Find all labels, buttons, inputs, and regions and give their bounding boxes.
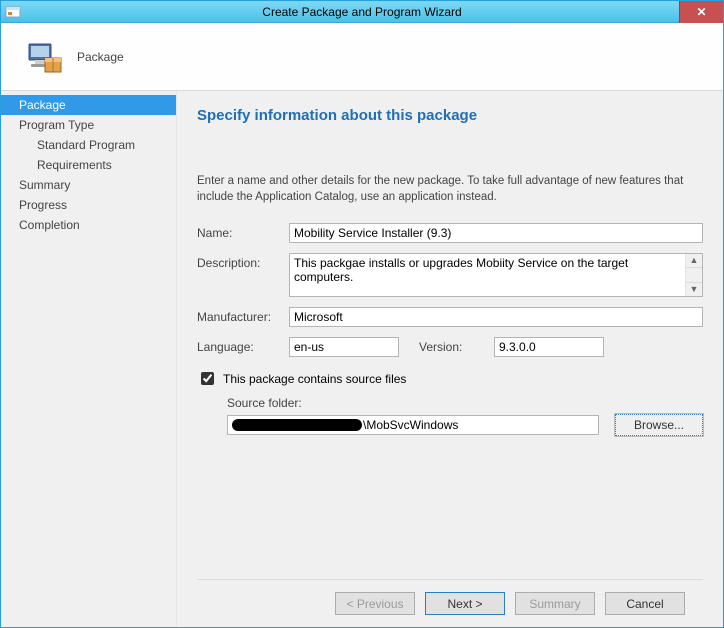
contains-source-checkbox[interactable] [201, 372, 214, 385]
row-manufacturer: Manufacturer: [197, 307, 703, 327]
source-folder-block: Source folder: \MobSvcWindows Browse... [197, 396, 703, 436]
window-title: Create Package and Program Wizard [262, 5, 461, 19]
close-button[interactable]: ✕ [679, 1, 723, 23]
source-path-visible: \MobSvcWindows [363, 418, 458, 432]
nav-item-standard-program[interactable]: Standard Program [1, 135, 176, 155]
nav-item-program-type[interactable]: Program Type [1, 115, 176, 135]
nav-item-package[interactable]: Package [1, 95, 176, 115]
row-language-version: Language: Version: [197, 337, 703, 357]
nav-item-summary[interactable]: Summary [1, 175, 176, 195]
wizard-window: Create Package and Program Wizard ✕ Pack… [0, 0, 724, 628]
label-contains-source: This package contains source files [223, 372, 406, 386]
label-description: Description: [197, 253, 289, 270]
row-description: Description: This packgae installs or up… [197, 253, 703, 297]
name-field[interactable] [289, 223, 703, 243]
nav-item-requirements[interactable]: Requirements [1, 155, 176, 175]
source-folder-field[interactable]: \MobSvcWindows [227, 415, 599, 435]
wizard-body: Package Program Type Standard Program Re… [1, 91, 723, 627]
intro-text: Enter a name and other details for the n… [197, 174, 703, 205]
wizard-button-bar: < Previous Next > Summary Cancel [197, 579, 703, 627]
label-name: Name: [197, 223, 289, 240]
description-scrollbar[interactable]: ▲ ▼ [685, 254, 702, 296]
row-name: Name: [197, 223, 703, 243]
wizard-nav: Package Program Type Standard Program Re… [1, 91, 177, 627]
wizard-main: Specify information about this package E… [177, 91, 723, 627]
title-bar: Create Package and Program Wizard ✕ [1, 1, 723, 23]
nav-item-completion[interactable]: Completion [1, 215, 176, 235]
close-icon: ✕ [696, 5, 706, 19]
label-source-folder: Source folder: [227, 396, 703, 410]
language-field[interactable] [289, 337, 399, 357]
page-title: Specify information about this package [197, 107, 703, 124]
wizard-header-title: Package [77, 50, 124, 64]
label-language: Language: [197, 337, 289, 354]
scroll-up-icon[interactable]: ▲ [686, 254, 702, 268]
scroll-down-icon[interactable]: ▼ [686, 282, 702, 296]
manufacturer-field[interactable] [289, 307, 703, 327]
package-icon [25, 38, 63, 76]
system-menu-icon[interactable] [5, 4, 21, 20]
version-field[interactable] [494, 337, 604, 357]
redacted-path-segment [232, 419, 362, 431]
wizard-header: Package [1, 23, 723, 91]
row-contains-source: This package contains source files [197, 369, 703, 388]
next-button[interactable]: Next > [425, 592, 505, 615]
nav-item-progress[interactable]: Progress [1, 195, 176, 215]
label-manufacturer: Manufacturer: [197, 307, 289, 324]
cancel-button[interactable]: Cancel [605, 592, 685, 615]
label-version: Version: [419, 340, 474, 354]
browse-button[interactable]: Browse... [615, 414, 703, 436]
previous-button[interactable]: < Previous [335, 592, 415, 615]
description-field[interactable]: This packgae installs or upgrades Mobiit… [290, 254, 685, 296]
summary-button[interactable]: Summary [515, 592, 595, 615]
